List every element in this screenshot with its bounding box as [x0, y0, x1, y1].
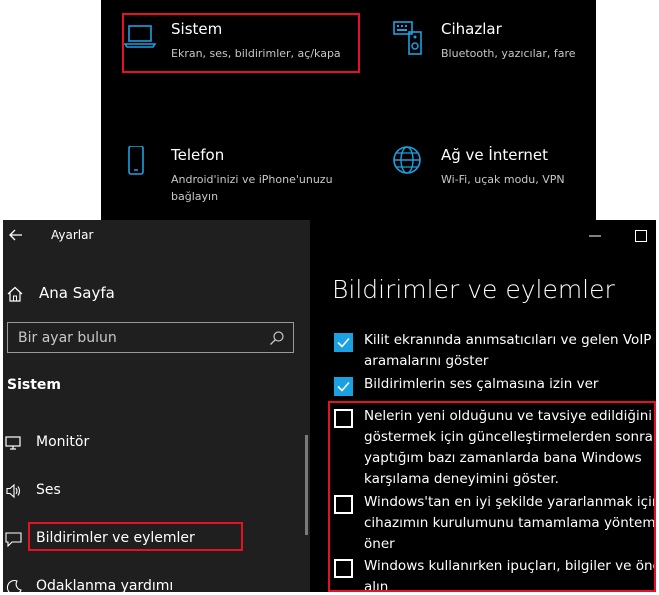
option-lockscreen-voip: Kilit ekranında anımsatıcıları ve gelen …: [332, 330, 656, 374]
tile-cihazlar[interactable]: Cihazlar Bluetooth, yazıcılar, fare: [393, 20, 593, 65]
tile-title: Ağ ve İnternet: [441, 146, 548, 164]
search-box[interactable]: [7, 322, 294, 353]
tile-description-line: bağlayın: [171, 190, 219, 203]
minimize-icon[interactable]: [588, 228, 602, 242]
tile-description: Wi-Fi, uçak modu, VPN: [441, 173, 565, 186]
sidebar-section-heading: Sistem: [7, 377, 61, 393]
highlight-box: [28, 522, 243, 551]
option-label-line: Kilit ekranında anımsatıcıları ve gelen …: [364, 332, 652, 348]
checkbox-checked[interactable]: [334, 333, 353, 352]
tile-title: Cihazlar: [441, 20, 502, 38]
sidebar-item-label: Monitör: [36, 434, 90, 450]
option-label: Kilit ekranında anımsatıcıları ve gelen …: [364, 330, 656, 372]
tile-telefon[interactable]: Telefon Android'inizi ve iPhone'unuzu bağ…: [123, 145, 363, 203]
notification-icon: [5, 531, 23, 548]
search-icon[interactable]: [269, 330, 285, 346]
nav-home-label: Ana Sayfa: [39, 284, 115, 302]
search-input[interactable]: [8, 323, 268, 352]
sidebar-scrollbar[interactable]: [305, 435, 308, 535]
maximize-icon[interactable]: [634, 228, 648, 242]
moon-icon: [5, 579, 23, 592]
tile-description-line: Android'inizi ve iPhone'unuzu: [171, 173, 333, 186]
phone-icon: [123, 145, 159, 182]
highlight-box: [328, 401, 656, 592]
page-title: Bildirimler ve eylemler: [332, 275, 615, 304]
window-controls: [556, 220, 656, 252]
home-icon: [7, 286, 23, 302]
tile-description: Android'inizi ve iPhone'unuzu bağlayın: [171, 171, 333, 205]
checkbox-checked[interactable]: [334, 377, 353, 396]
sidebar-item-monitor[interactable]: Monitör: [3, 428, 303, 458]
option-notification-sounds: Bildirimlerin ses çalmasına izin ver: [332, 374, 656, 398]
monitor-icon: [5, 435, 23, 451]
settings-category-grid: Sistem Ekran, ses, bildirimler, aç/kapa …: [101, 0, 596, 220]
devices-icon: [393, 20, 429, 56]
tile-ag-ve-internet[interactable]: Ağ ve İnternet Wi-Fi, uçak modu, VPN: [393, 146, 593, 191]
sidebar: Ayarlar Ana Sayfa Sistem Monitör Ses: [3, 220, 310, 592]
main-content: Bildirimler ve eylemler Kilit ekranında …: [310, 220, 656, 592]
nav-home[interactable]: Ana Sayfa: [3, 280, 303, 308]
tile-description: Bluetooth, yazıcılar, fare: [441, 47, 576, 60]
globe-icon: [393, 146, 429, 182]
tile-title: Telefon: [171, 146, 225, 164]
sidebar-item-ses[interactable]: Ses: [3, 476, 303, 506]
back-arrow-icon[interactable]: [7, 226, 25, 244]
app-title: Ayarlar: [51, 228, 94, 242]
sidebar-item-odaklanma[interactable]: Odaklanma yardımı: [3, 572, 303, 592]
settings-window: Ayarlar Ana Sayfa Sistem Monitör Ses: [3, 220, 656, 592]
option-label-line: aramalarını göster: [364, 353, 489, 369]
highlight-box: [122, 13, 360, 73]
sidebar-item-label: Ses: [36, 482, 61, 498]
speaker-icon: [5, 483, 23, 499]
sidebar-item-label: Odaklanma yardımı: [36, 578, 174, 592]
option-label: Bildirimlerin ses çalmasına izin ver: [364, 376, 599, 392]
